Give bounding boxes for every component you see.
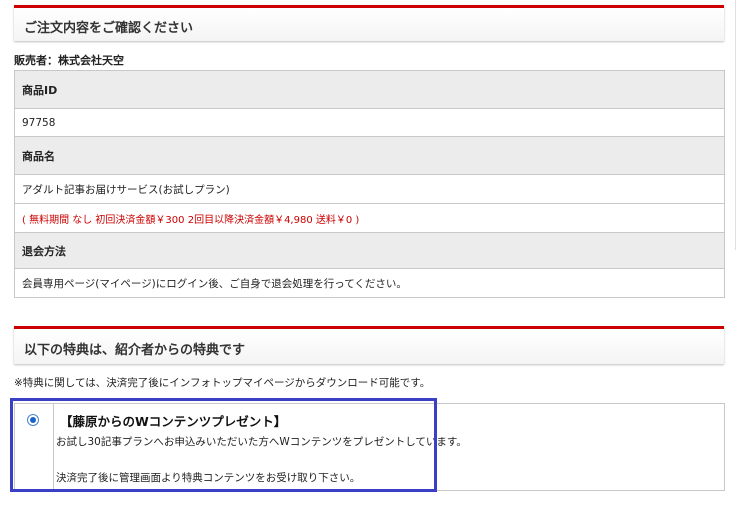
bonus-instructions: 決済完了後に管理画面より特典コンテンツをお受け取り下さい。	[56, 472, 361, 484]
product-id-label: 商品ID	[14, 70, 725, 109]
bonus-note: ※特典に関しては、決済完了後にインフォトップマイページからダウンロード可能です。	[14, 377, 431, 389]
order-details-table: 商品ID 97758 商品名 アダルト記事お届けサービス(お試しプラン) ( 無…	[14, 70, 725, 298]
referrer-bonus-title: 以下の特典は、紹介者からの特典です	[24, 343, 246, 358]
referrer-bonus-header: 以下の特典は、紹介者からの特典です	[14, 326, 724, 364]
bonus-option[interactable]: 【藤原からのWコンテンツプレゼント】 お試し30記事プランへお申込みいただいた方…	[14, 403, 725, 491]
bonus-radio-cell	[15, 404, 54, 490]
right-edge-divider	[735, 0, 736, 250]
price-note: ( 無料期間 なし 初回決済金額￥300 2回目以降決済金額￥4,980 送料￥…	[14, 203, 725, 233]
product-name-label: 商品名	[14, 136, 725, 175]
seller-name: 販売者：株式会社天空	[14, 54, 124, 67]
order-confirm-header: ご注文内容をご確認ください	[14, 5, 724, 41]
product-name-value: アダルト記事お届けサービス(お試しプラン)	[14, 174, 725, 204]
bonus-title: 【藤原からのWコンテンツプレゼント】	[60, 414, 287, 429]
cancel-method-label: 退会方法	[14, 232, 725, 269]
order-confirm-title: ご注文内容をご確認ください	[24, 21, 194, 36]
product-id-value: 97758	[14, 108, 725, 137]
bonus-radio-button[interactable]	[27, 414, 39, 426]
cancel-method-text: 会員専用ページ(マイページ)にログイン後、ご自身で退会処理を行ってください。	[14, 268, 725, 298]
bonus-description: お試し30記事プランへお申込みいただいた方へWコンテンツをプレゼントしています。	[56, 436, 467, 448]
